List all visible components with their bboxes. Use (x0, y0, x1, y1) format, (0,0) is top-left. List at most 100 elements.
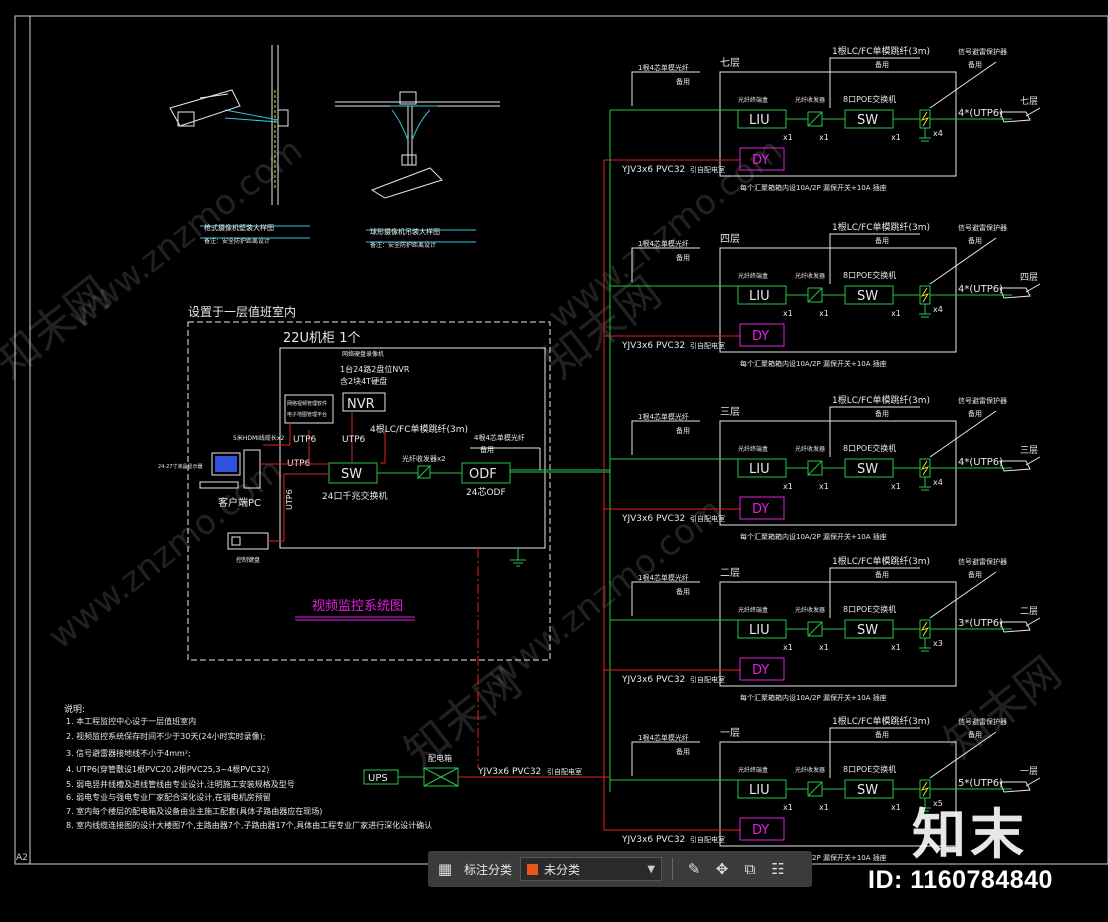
floor-surge-label: 信号避雷保护器 (958, 223, 1007, 232)
floor-camera-tag: 三层 (1020, 445, 1038, 456)
cabinet-room-label: 设置于一层值班室内 (188, 304, 296, 319)
floor-fiber-spare: 备用 (676, 77, 690, 86)
floor-dy-label: DY (752, 153, 769, 168)
floor-converter-caption: 光纤收发器 (795, 606, 825, 614)
floor-poe-qty: x1 (891, 309, 901, 318)
edit-icon[interactable]: ✎ (683, 858, 705, 880)
floor-poe-caption: 8口POE交换机 (843, 270, 896, 280)
notes-title: 说明: (64, 703, 85, 715)
floor-camera-count: 4*(UTP6) (958, 284, 1003, 295)
floor-liu-caption: 光纤终端盒 (738, 766, 768, 774)
floor-poe-switch-label: SW (857, 623, 878, 638)
floor-liu-caption: 光纤终端盒 (738, 445, 768, 453)
floor-breaker-note: 每个汇聚箱箱内设10A/2P 漏保开关+10A 插座 (740, 693, 887, 702)
floor-power-cable: YJV3x6 PVC32 (621, 165, 685, 175)
floor-converter-qty: x1 (819, 482, 829, 491)
floor-surge-qty: x4 (933, 478, 943, 487)
floor-power-cable: YJV3x6 PVC32 (621, 341, 685, 351)
floor-camera-count: 4*(UTP6) (958, 108, 1003, 119)
riser-fiber-label: 4根4芯单模光纤 (474, 433, 525, 442)
floor-camera-count: 4*(UTP6) (958, 457, 1003, 468)
floor-power-cable: YJV3x6 PVC32 (621, 514, 685, 524)
cabinet-label: 22U机柜 1个 (283, 331, 360, 346)
floor-jumper-spare: 备用 (875, 60, 889, 69)
floor-liu-caption: 光纤终端盒 (738, 96, 768, 104)
note-item: 1. 本工程监控中心设于一层值班室内 (66, 716, 196, 726)
odf-label: ODF (469, 467, 497, 482)
floor-liu-qty: x1 (783, 643, 793, 652)
floor-surge-label: 信号避雷保护器 (958, 396, 1007, 405)
floor-fiber-label: 1根4芯单模光纤 (638, 733, 689, 742)
floor-power-cable: YJV3x6 PVC32 (621, 675, 685, 685)
note-item: 8. 室内线缆连接图的设计大楼图7个,主路由器7个,子路由器17个,具体由工程专… (66, 820, 432, 830)
mgmt-software-2: 电子地图管理平台 (287, 411, 327, 418)
floor-name: 二层 (720, 567, 740, 579)
category-label: 标注分类 (464, 862, 513, 877)
floor-poe-switch-label: SW (857, 113, 878, 128)
copy-icon[interactable]: ⧉ (739, 858, 761, 880)
floor-power-cable: YJV3x6 PVC32 (621, 835, 685, 845)
floor-jumper-spare: 备用 (875, 730, 889, 739)
detail1-title: 枪式摄像机壁装大样图 (204, 223, 274, 232)
floor-jumper-label: 1根LC/FC单模跳纤(3m) (832, 394, 930, 406)
note-item: 2. 视频监控系统保存时间不少于30天(24小时实时录像); (66, 731, 265, 741)
floor-fiber-spare: 备用 (676, 253, 690, 262)
main-power-cable: YJV3x6 PVC32 (477, 767, 541, 777)
utp6-label-d: UTP6 (285, 489, 294, 510)
riser-fiber-spare: 备用 (480, 445, 494, 454)
floor-liu-qty: x1 (783, 482, 793, 491)
chevron-down-icon: ▼ (647, 863, 656, 875)
diagram-title: 视频监控系统图 (312, 599, 403, 614)
floor-power-note: 引自配电室 (690, 341, 725, 350)
ups-label: UPS (368, 773, 388, 784)
grid-icon[interactable]: ▦ (434, 858, 456, 880)
floor-dy-label: DY (752, 663, 769, 678)
floor-jumper-label: 1根LC/FC单模跳纤(3m) (832, 555, 930, 567)
floor-power-note: 引自配电室 (690, 835, 725, 844)
floor-surge-label: 信号避雷保护器 (958, 47, 1007, 56)
floor-surge-spare: 备用 (968, 570, 982, 579)
pdu-label: 配电箱 (428, 753, 452, 763)
floor-power-note: 引自配电室 (690, 514, 725, 523)
watermark-logo: 知末 (912, 803, 1028, 866)
hdmi-label: 5米HDMI线缆长x2 (233, 434, 284, 442)
floor-jumper-spare: 备用 (875, 570, 889, 579)
floor-liu-qty: x1 (783, 133, 793, 142)
floor-poe-switch-label: SW (857, 783, 878, 798)
floor-jumper-label: 1根LC/FC单模跳纤(3m) (832, 45, 930, 57)
note-item: 3. 信号避雷器接地线不小于4mm²; (66, 748, 191, 758)
floor-surge-spare: 备用 (968, 236, 982, 245)
move-icon[interactable]: ✥ (711, 858, 733, 880)
main-switch-desc: 24口千兆交换机 (322, 490, 387, 502)
floor-poe-qty: x1 (891, 643, 901, 652)
floor-camera-tag: 四层 (1020, 272, 1038, 283)
floor-fiber-label: 1根4芯单模光纤 (638, 573, 689, 582)
floor-breaker-note: 每个汇聚箱箱内设10A/2P 漏保开关+10A 插座 (740, 359, 887, 368)
note-item: 6. 弱电专业与强电专业厂家配合深化设计,在弱电机房预留 (66, 792, 271, 802)
floor-poe-switch-label: SW (857, 462, 878, 477)
floor-name: 一层 (720, 727, 740, 739)
floor-poe-qty: x1 (891, 482, 901, 491)
floor-fiber-label: 1根4芯单模光纤 (638, 239, 689, 248)
floor-converter-qty: x1 (819, 643, 829, 652)
floor-name: 三层 (720, 406, 740, 418)
floor-liu-caption: 光纤终端盒 (738, 606, 768, 614)
paste-icon[interactable]: ☷ (767, 858, 789, 880)
cad-drawing: A2 www.znzmo.com www.znzmo.com www.znzmo… (0, 0, 1108, 922)
detail1-note: 备注：安全防护距离设计 (204, 237, 270, 245)
floor-liu-label: LIU (749, 289, 770, 304)
floor-dy-label: DY (752, 823, 769, 838)
nvr-desc2: 含2块4T硬盘 (340, 376, 387, 386)
category-select[interactable]: 未分类 ▼ (520, 857, 663, 881)
floor-liu-label: LIU (749, 462, 770, 477)
floor-poe-caption: 8口POE交换机 (843, 443, 896, 453)
floor-surge-qty: x4 (933, 305, 943, 314)
keyboard-label: 控制键盘 (236, 556, 260, 564)
floor-fiber-spare: 备用 (676, 426, 690, 435)
floor-fiber-spare: 备用 (676, 747, 690, 756)
detail2-title: 球形摄像机吊装大样图 (370, 227, 440, 236)
floor-power-note: 引自配电室 (690, 675, 725, 684)
floor-breaker-note: 每个汇聚箱箱内设10A/2P 漏保开关+10A 插座 (740, 183, 887, 192)
nvr-label: NVR (347, 397, 375, 412)
converter-label: 光纤收发器x2 (402, 454, 446, 463)
